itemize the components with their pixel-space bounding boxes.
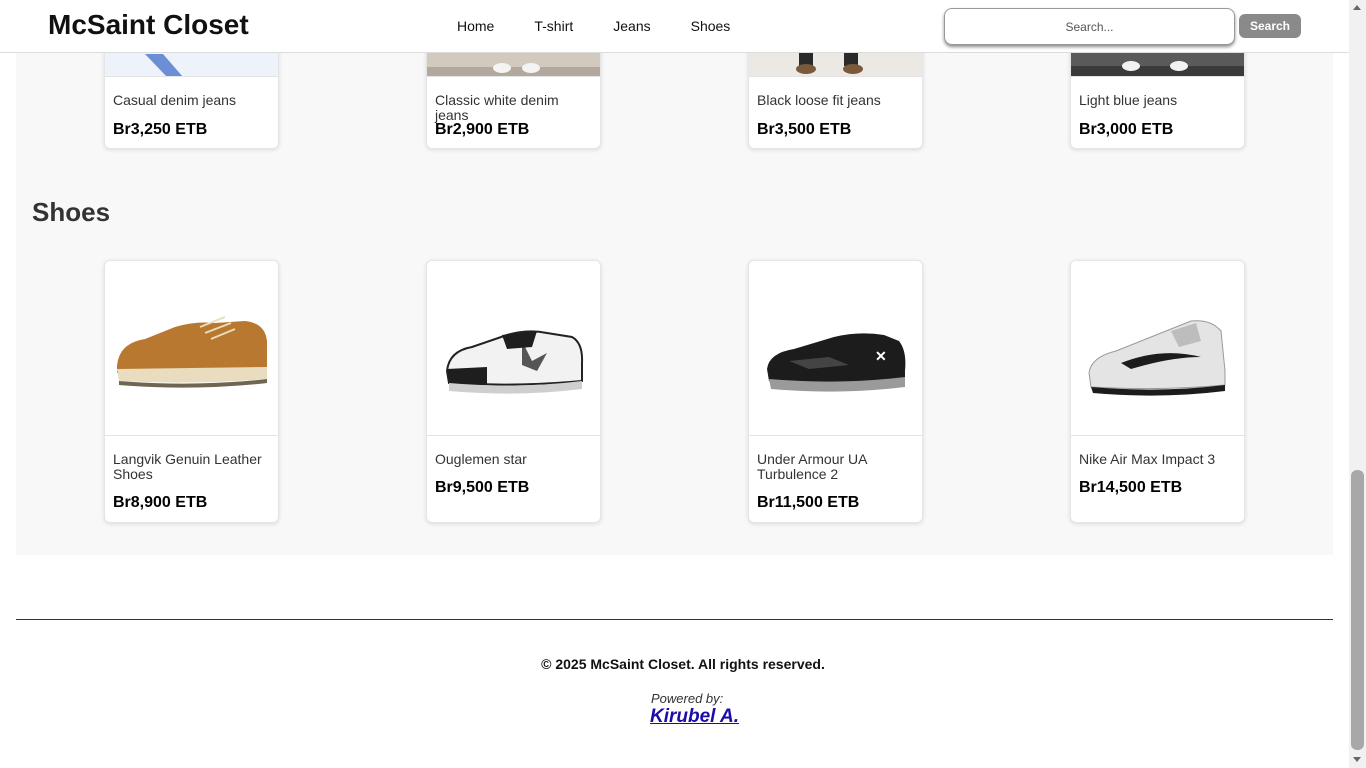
product-card[interactable]: Langvik Genuin Leather Shoes Br8,900 ETB	[104, 260, 279, 523]
sneaker-image	[1088, 320, 1226, 396]
search-input[interactable]	[944, 8, 1235, 45]
product-name: Light blue jeans	[1079, 92, 1178, 108]
svg-text:✕: ✕	[875, 348, 887, 364]
product-name: Black loose fit jeans	[757, 92, 881, 108]
nav-shoes[interactable]: Shoes	[691, 18, 731, 34]
product-card[interactable]: Nike Air Max Impact 3 Br14,500 ETB	[1070, 260, 1245, 523]
product-image	[105, 261, 278, 436]
footer-divider	[16, 619, 1333, 620]
product-image	[427, 261, 600, 436]
product-price: Br11,500 ETB	[757, 494, 860, 511]
scroll-thumb[interactable]	[1351, 470, 1364, 750]
product-name: Casual denim jeans	[113, 92, 236, 108]
product-name: Ouglemen star	[435, 451, 527, 467]
product-catalog: Casual denim jeans Br3,250 ETB Classic w…	[16, 33, 1333, 555]
nav-home[interactable]: Home	[457, 18, 494, 34]
main-nav: Home T-shirt Jeans Shoes	[457, 18, 770, 34]
nav-jeans[interactable]: Jeans	[613, 18, 650, 34]
sneaker-image	[117, 316, 267, 388]
product-name: Langvik Genuin Leather Shoes	[113, 451, 262, 482]
powered-by-label: Powered by:	[651, 691, 724, 706]
vertical-scrollbar[interactable]	[1349, 0, 1366, 768]
product-card[interactable]: ✕ Under Armour UA Turbulence 2 Br11,500 …	[748, 260, 923, 523]
product-price: Br14,500 ETB	[1079, 479, 1183, 496]
sneaker-image	[445, 330, 584, 394]
site-header: McSaint Closet Home T-shirt Jeans Shoes …	[0, 0, 1349, 53]
product-image	[1071, 261, 1244, 436]
product-name: Nike Air Max Impact 3	[1079, 451, 1216, 467]
product-price: Br9,500 ETB	[435, 479, 530, 496]
scroll-up-arrow-icon[interactable]	[1353, 5, 1361, 10]
product-price: Br3,500 ETB	[757, 121, 852, 138]
product-price: Br3,000 ETB	[1079, 121, 1174, 138]
copyright-text: © 2025 McSaint Closet. All rights reserv…	[541, 656, 825, 672]
brand-logo[interactable]: McSaint Closet	[48, 9, 249, 41]
product-price: Br2,900 ETB	[435, 121, 530, 138]
product-name: Under Armour UA Turbulence 2	[757, 451, 867, 482]
nav-tshirt[interactable]: T-shirt	[534, 18, 573, 34]
section-title-shoes: Shoes	[32, 197, 111, 227]
product-price: Br8,900 ETB	[113, 494, 208, 511]
product-image: ✕	[749, 261, 922, 436]
product-price: Br3,250 ETB	[113, 121, 208, 138]
product-card[interactable]: Ouglemen star Br9,500 ETB	[426, 260, 601, 523]
search-button[interactable]: Search	[1239, 14, 1301, 38]
product-name: Classic white denim jeans	[435, 92, 559, 123]
author-link[interactable]: Kirubel A.	[650, 706, 739, 728]
sneaker-image: ✕	[767, 333, 906, 392]
scroll-down-arrow-icon[interactable]	[1353, 757, 1361, 762]
